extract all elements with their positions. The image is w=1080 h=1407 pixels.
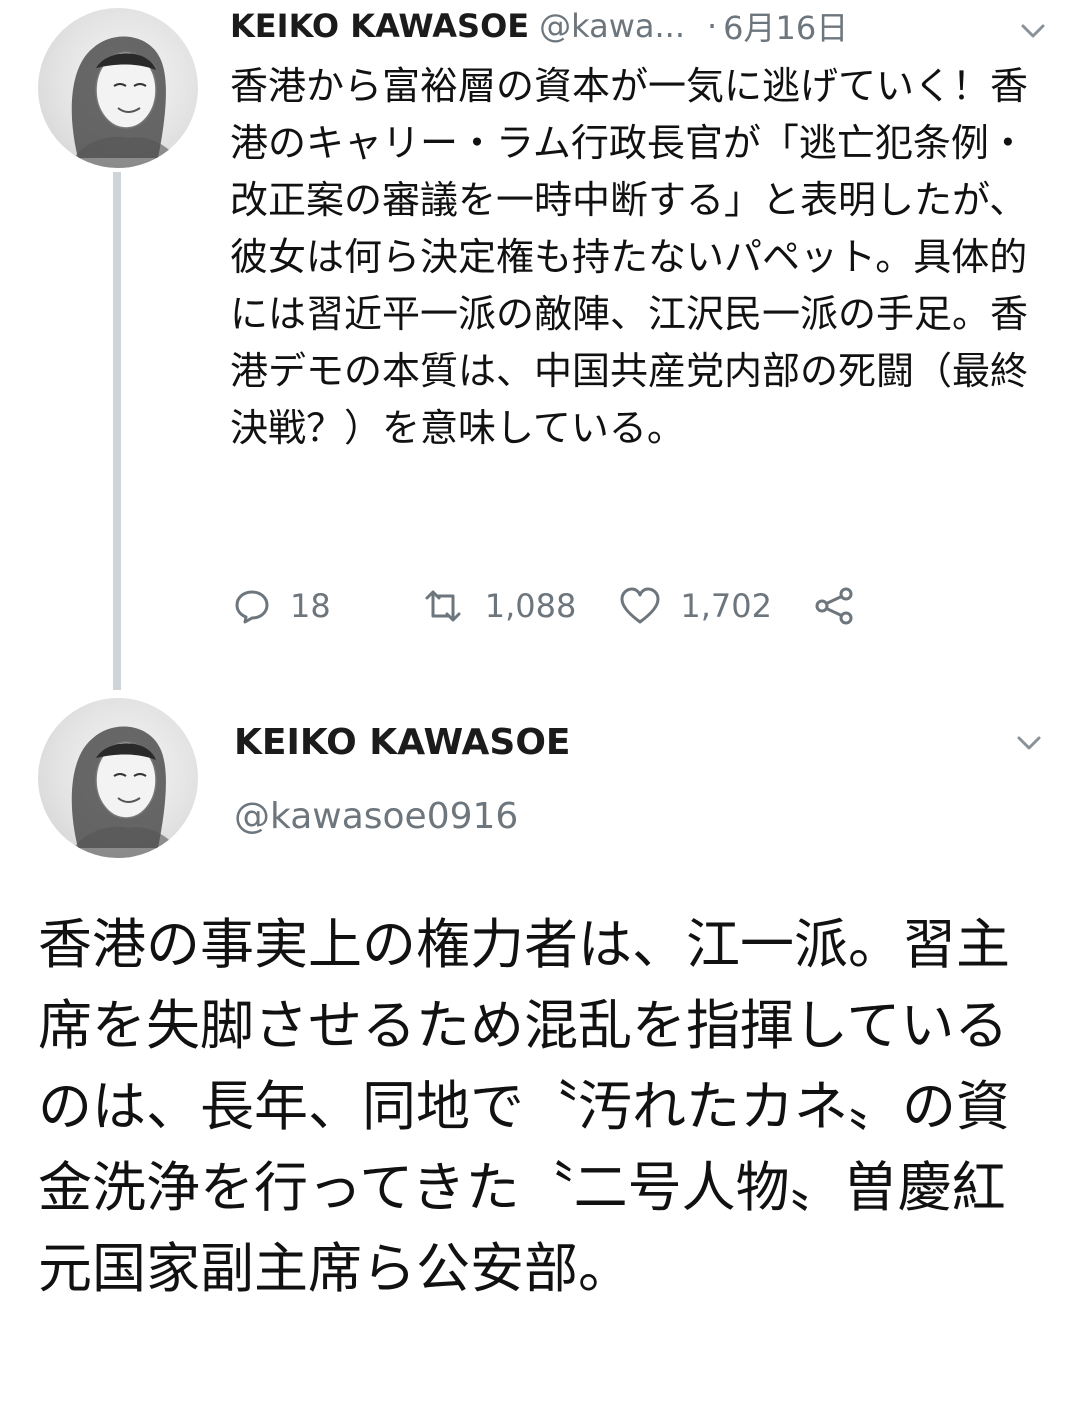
tweet1-author-name[interactable]: KEIKO KAWASOE [230,7,529,45]
tweet1-text: 香港から富裕層の資本が一気に逃げていく！香港のキャリー・ラム行政長官が「逃亡犯条… [230,64,1029,450]
like-icon [620,587,660,624]
avatar-sketch-icon [68,726,183,858]
avatar-sketch-icon [68,36,183,168]
like-button[interactable]: 1,702 [618,586,772,626]
retweet-icon [425,590,461,622]
share-icon [815,587,853,625]
tweet1-avatar[interactable] [38,8,198,168]
tweet1-chevron-down-icon[interactable] [1016,14,1050,48]
tweet1-author-handle[interactable]: @kawa... [539,7,685,45]
retweet-button[interactable]: 1,088 [419,586,577,626]
tweet2-avatar[interactable] [38,698,198,858]
tweet1-action-bar: 18 1,088 1,702 [232,576,856,636]
tweet2-author-name[interactable]: KEIKO KAWASOE [234,722,571,763]
like-count: 1,702 [680,587,772,625]
reply-icon [235,590,269,624]
tweet1-separator: · [707,7,718,45]
tweet2-chevron-down-icon[interactable] [1012,726,1046,760]
tweet2-author-handle[interactable]: @kawasoe0916 [234,796,518,837]
tweet1-header: KEIKO KAWASOE @kawa... · 6月16日 [230,4,1060,48]
retweet-count: 1,088 [484,587,577,625]
thread-connector-line [113,172,121,690]
reply-button[interactable]: 18 [232,586,331,626]
tweet1-date[interactable]: 6月16日 [723,3,848,49]
reply-count: 18 [290,587,331,625]
share-button[interactable] [812,586,856,626]
tweet2-text: 香港の事実上の権力者は、江一派。習主席を失脚させるため混乱を指揮しているのは、長… [38,913,1010,1300]
